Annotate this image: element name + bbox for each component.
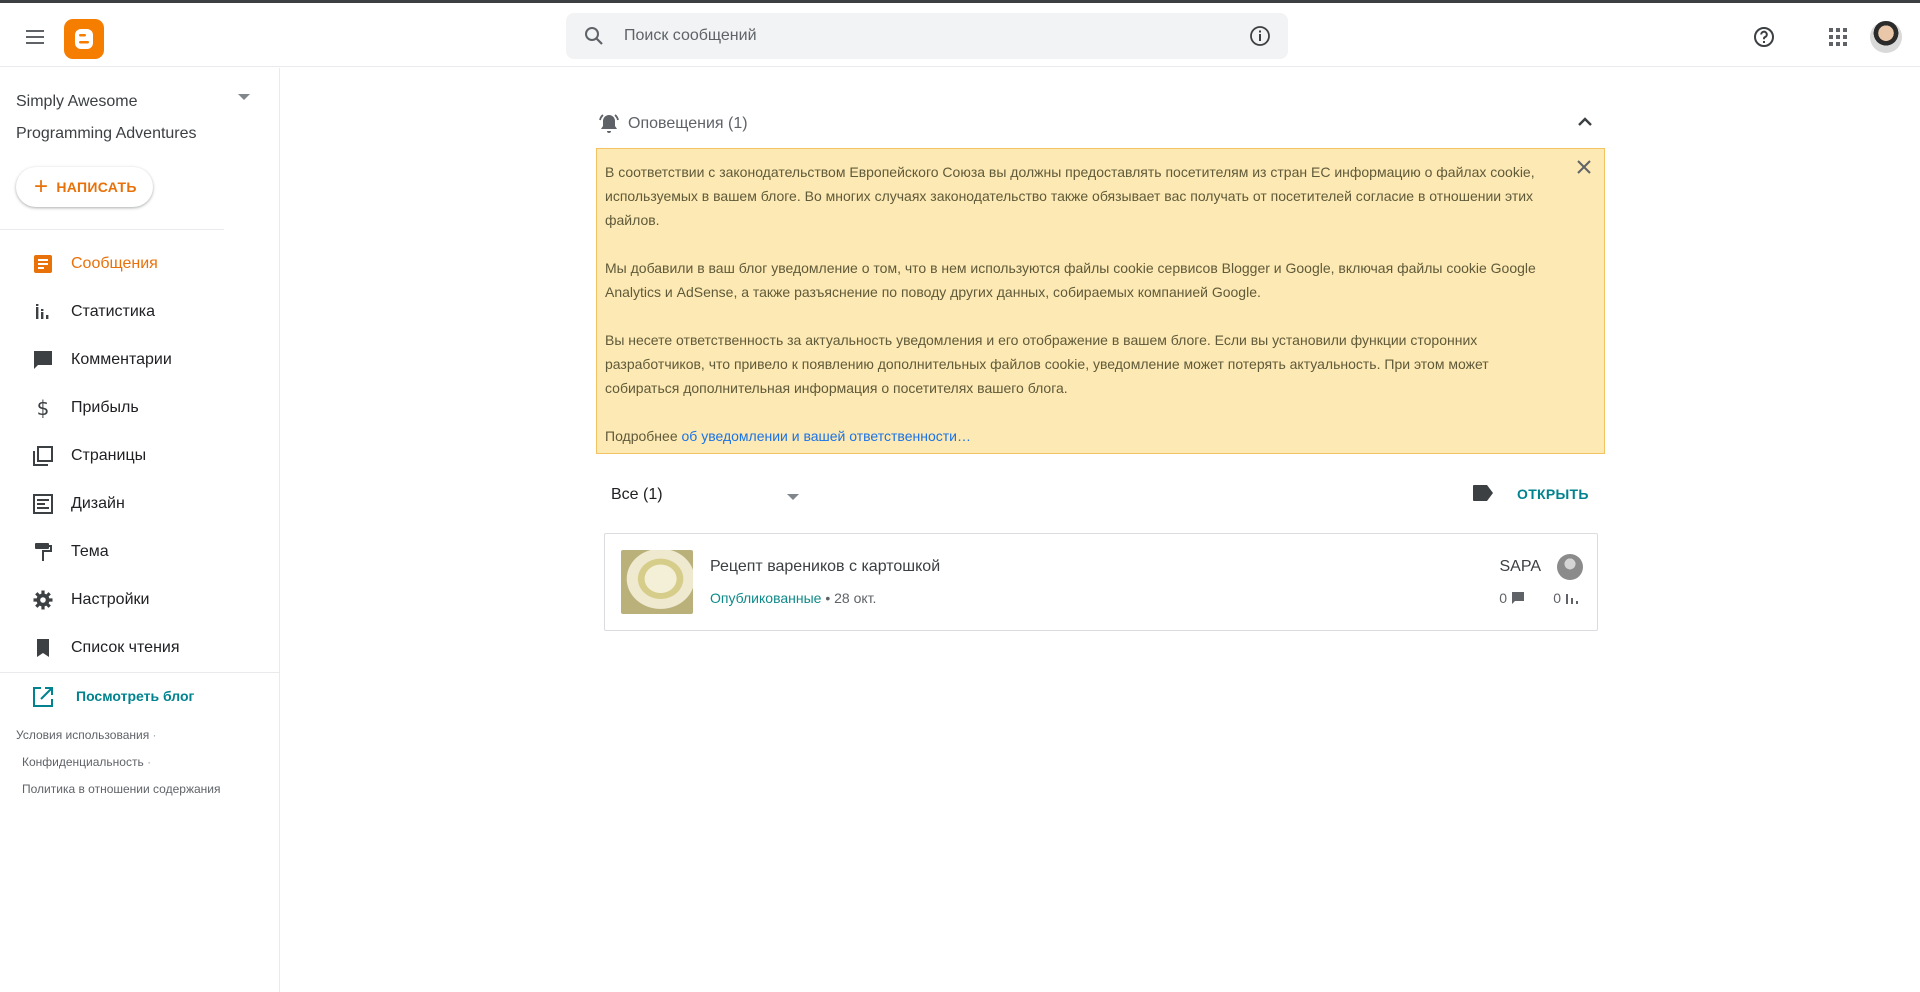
layout-icon — [32, 493, 54, 515]
sidebar-item-posts[interactable]: Сообщения — [0, 240, 280, 288]
view-blog-link[interactable]: Посмотреть блог — [0, 676, 280, 716]
terms-label: Условия использования — [16, 728, 150, 742]
open-button[interactable]: ОТКРЫТЬ — [1517, 474, 1589, 514]
post-thumbnail — [621, 550, 693, 614]
sidebar-item-comments[interactable]: Комментарии — [0, 336, 280, 384]
open-in-new-icon — [33, 687, 53, 707]
plus-icon: + — [34, 173, 49, 200]
stats-icon — [1566, 594, 1578, 604]
sidebar-item-reading-list[interactable]: Список чтения — [0, 624, 280, 672]
help-button[interactable] — [1746, 19, 1782, 55]
compose-label: НАПИСАТЬ — [56, 179, 137, 195]
sidebar-item-label: Статистика — [71, 303, 156, 320]
app-header — [0, 3, 1920, 67]
blog-name-line1: Simply Awesome — [16, 93, 138, 110]
post-author: SAPA — [1499, 558, 1542, 575]
post-row[interactable]: Рецепт вареников с картошкой Опубликован… — [604, 533, 1598, 631]
content-policy-link[interactable]: Политика в отношении содержания — [22, 782, 220, 796]
author-avatar — [1557, 554, 1583, 580]
main-menu-button[interactable] — [20, 21, 52, 53]
sidebar-divider — [0, 672, 280, 673]
sidebar-item-label: Дизайн — [71, 495, 125, 512]
terms-link[interactable]: Условия использования · — [16, 728, 157, 742]
close-icon — [1577, 160, 1591, 174]
sidebar-item-layout[interactable]: Дизайн — [0, 480, 280, 528]
notice-close-button[interactable] — [1572, 155, 1596, 179]
search-icon[interactable] — [582, 24, 606, 48]
info-icon[interactable] — [1248, 24, 1272, 48]
pages-icon — [32, 445, 54, 467]
earnings-icon: $ — [36, 396, 50, 420]
search-bar — [566, 13, 1288, 59]
post-meta: Опубликованные • 28 окт. — [710, 590, 876, 606]
sidebar: Simply Awesome Programming Adventures + … — [0, 68, 280, 992]
menu-icon — [26, 30, 44, 44]
notice-paragraph: Мы добавили в ваш блог уведомление о том… — [605, 260, 1536, 300]
main-content: Оповещения (1) В соответствии с законода… — [281, 68, 1920, 992]
sidebar-item-settings[interactable]: Настройки — [0, 576, 280, 624]
post-title[interactable]: Рецепт вареников с картошкой — [710, 558, 940, 576]
post-comments-count: 0 — [1499, 590, 1525, 606]
sidebar-item-label: Сообщения — [71, 255, 158, 272]
view-blog-label: Посмотреть блог — [76, 688, 195, 704]
notifications-title: Оповещения (1) — [628, 115, 748, 132]
sidebar-item-theme[interactable]: Тема — [0, 528, 280, 576]
compose-button[interactable]: + НАПИСАТЬ — [16, 167, 153, 207]
search-input[interactable] — [624, 13, 1184, 59]
comments-icon — [32, 349, 54, 371]
theme-icon — [32, 541, 54, 563]
post-separator: • — [821, 590, 835, 606]
blog-selector[interactable]: Simply Awesome Programming Adventures — [16, 86, 236, 150]
content-policy-label: Политика в отношении содержания — [22, 782, 221, 796]
sidebar-item-label: Страницы — [71, 447, 147, 464]
post-views-count: 0 — [1553, 590, 1579, 606]
blogger-icon — [75, 29, 93, 49]
account-avatar[interactable] — [1870, 21, 1902, 53]
bookmark-icon — [32, 637, 54, 659]
sidebar-divider — [0, 229, 224, 230]
notifications-bell-icon — [599, 114, 619, 133]
apps-grid-icon — [1829, 28, 1847, 46]
help-icon — [1754, 27, 1774, 47]
comment-icon — [1512, 592, 1524, 604]
sidebar-item-label: Тема — [71, 543, 109, 560]
sidebar-item-pages[interactable]: Страницы — [0, 432, 280, 480]
privacy-link[interactable]: Конфиденциальность · — [22, 755, 151, 769]
sidebar-item-label: Настройки — [71, 591, 150, 608]
sidebar-item-stats[interactable]: Статистика — [0, 288, 280, 336]
apps-button[interactable] — [1820, 19, 1856, 55]
post-status: Опубликованные — [710, 590, 822, 606]
sidebar-item-label: Комментарии — [71, 351, 172, 368]
post-filter-dropdown[interactable]: Все (1) — [611, 474, 811, 514]
blog-selector-caret-icon[interactable] — [238, 94, 250, 100]
sidebar-item-label: Список чтения — [71, 639, 180, 656]
sidebar-item-earnings[interactable]: $ Прибыль — [0, 384, 280, 432]
cookie-notice: В соответствии с законодательством Европ… — [596, 148, 1605, 454]
notice-paragraph: Вы несете ответственность за актуальност… — [605, 332, 1489, 396]
post-date: 28 окт. — [834, 590, 877, 606]
label-icon[interactable] — [1472, 484, 1494, 502]
settings-icon — [32, 589, 54, 611]
privacy-label: Конфиденциальность — [22, 755, 144, 769]
notice-more-prefix: Подробнее — [605, 428, 682, 444]
stats-icon — [32, 301, 54, 323]
chevron-down-icon — [787, 494, 799, 500]
views-count: 0 — [1553, 590, 1561, 606]
notice-more-link[interactable]: об уведомлении и вашей ответственности… — [682, 428, 971, 444]
notifications-header[interactable]: Оповещения (1) — [597, 104, 1603, 144]
comments-count: 0 — [1499, 590, 1507, 606]
sidebar-item-label: Прибыль — [71, 399, 139, 416]
posts-icon — [32, 253, 54, 275]
blog-name-line2: Programming Adventures — [16, 125, 197, 142]
notice-paragraph: В соответствии с законодательством Европ… — [605, 164, 1535, 228]
blogger-logo[interactable] — [64, 19, 104, 59]
chevron-up-icon[interactable] — [1573, 110, 1597, 134]
filter-label: Все (1) — [611, 486, 663, 503]
